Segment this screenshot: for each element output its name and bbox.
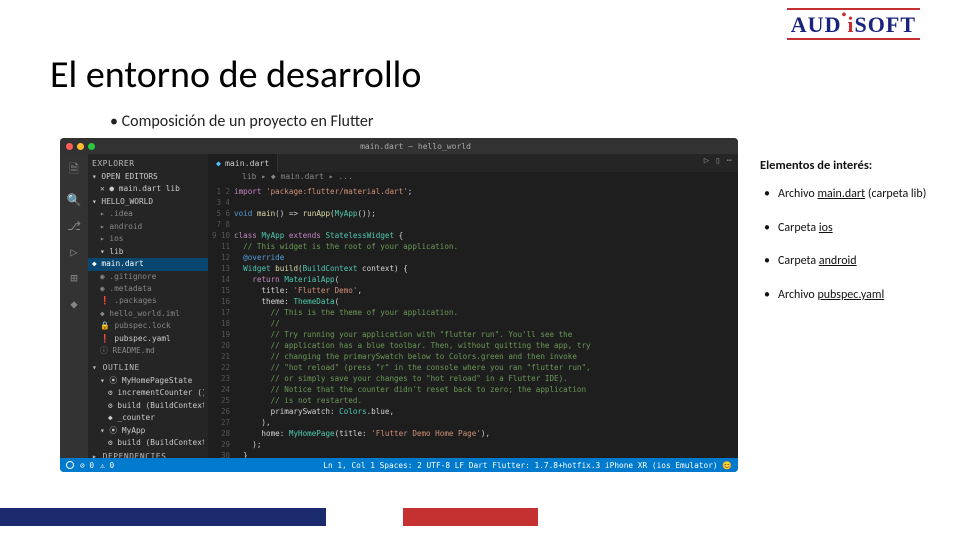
line-gutter: 1 2 3 4 5 6 7 8 9 10 11 12 13 14 15 16 1… [208, 154, 234, 458]
run-play-icon[interactable]: ▷ [704, 156, 709, 166]
logo: AUD•iSOFT [787, 8, 920, 40]
explorer-header: EXPLORER [92, 158, 204, 171]
file-tree-item[interactable]: ◉ .metadata [92, 283, 204, 295]
explorer-icon[interactable]: 🗎 [69, 160, 79, 181]
note-item: Carpeta ios [760, 221, 940, 237]
search-icon[interactable]: 🔍 [67, 193, 82, 207]
split-editor-icon[interactable]: ▯ [715, 156, 720, 166]
explorer-sidebar[interactable]: EXPLORER ▾ OPEN EDITORS ✕ ● main.dart li… [88, 154, 208, 458]
outline-section[interactable]: ▾ OUTLINE [92, 362, 204, 375]
outline-item[interactable]: ◆ _counter [92, 412, 204, 424]
tab-main-dart[interactable]: ◆main.dart [208, 154, 278, 172]
file-tree-item[interactable]: ▸ android [92, 221, 204, 233]
file-tree-item[interactable]: 🔒 pubspec.lock [92, 320, 204, 332]
file-tree-item[interactable]: ⓘ README.md [92, 345, 204, 357]
outline-item[interactable]: ⚙ build (BuildContext context) [92, 400, 204, 412]
activity-bar[interactable]: 🗎 🔍 ⎇ ▷ ⊞ ◆ [60, 154, 88, 458]
window-titlebar: main.dart — hello_world [60, 138, 738, 154]
more-icon[interactable]: ⋯ [727, 156, 732, 166]
window-minimize-icon [77, 143, 84, 150]
status-warnings[interactable]: ⚠ 0 [100, 461, 114, 470]
file-tree-item[interactable]: ❗ .packages [92, 295, 204, 307]
note-item: Archivo main.dart (carpeta lib) [760, 187, 940, 203]
note-item: Carpeta android [760, 254, 940, 270]
file-tree-item[interactable]: ▸ ios [92, 233, 204, 245]
open-editors-section[interactable]: ▾ OPEN EDITORS [92, 171, 204, 183]
scm-icon[interactable]: ⎇ [67, 219, 81, 233]
file-tree-item[interactable]: ▾ lib [92, 246, 204, 258]
extensions-icon[interactable]: ⊞ [70, 271, 77, 285]
outline-item[interactable]: ⚙ build (BuildContext context) [92, 437, 204, 449]
flutter-icon[interactable]: ◆ [70, 297, 77, 311]
slide-title: El entorno de desarrollo [50, 52, 421, 98]
code-area[interactable]: ◆main.dart ▷ ▯ ⋯ lib ▸ ◆ main.dart ▸ ...… [208, 154, 738, 458]
open-editor-file[interactable]: ✕ ● main.dart lib [92, 183, 204, 195]
slide-subtitle: Composición de un proyecto en Flutter [110, 112, 373, 131]
debug-icon[interactable]: ▷ [70, 245, 77, 259]
window-close-icon [66, 143, 73, 150]
vscode-screenshot: main.dart — hello_world 🗎 🔍 ⎇ ▷ ⊞ ◆ EXPL… [60, 138, 738, 472]
file-tree-item[interactable]: ◆ main.dart [88, 258, 208, 270]
file-tree-item[interactable]: ❗ pubspec.yaml [92, 333, 204, 345]
window-title: main.dart — hello_world [360, 142, 471, 151]
editor-tabs[interactable]: ◆main.dart ▷ ▯ ⋯ [208, 154, 738, 172]
code-content[interactable]: import 'package:flutter/material.dart'; … [234, 154, 738, 458]
status-bar[interactable]: ⊘ 0 ⚠ 0 Ln 1, Col 1 Spaces: 2 UTF-8 LF D… [60, 458, 738, 472]
window-zoom-icon [88, 143, 95, 150]
file-tree-item[interactable]: ▸ .idea [92, 208, 204, 220]
outline-item[interactable]: ▾ ⦿ MyHomePageState [92, 375, 204, 387]
outline-item[interactable]: ▾ ⦿ MyApp [92, 425, 204, 437]
note-item: Archivo pubspec.yaml [760, 288, 940, 304]
footer-stripe [0, 508, 960, 526]
breadcrumb[interactable]: lib ▸ ◆ main.dart ▸ ... [242, 172, 353, 181]
sync-icon[interactable] [66, 461, 74, 469]
notes-column: Elementos de interés: Archivo main.dart … [760, 158, 940, 321]
file-tree-item[interactable]: ◆ hello_world.iml [92, 308, 204, 320]
status-errors[interactable]: ⊘ 0 [80, 461, 94, 470]
notes-heading: Elementos de interés: [760, 158, 940, 173]
file-tree-item[interactable]: ◉ .gitignore [92, 271, 204, 283]
project-root[interactable]: ▾ HELLO_WORLD [92, 196, 204, 208]
outline-item[interactable]: ⚙ incrementCounter () [92, 387, 204, 399]
